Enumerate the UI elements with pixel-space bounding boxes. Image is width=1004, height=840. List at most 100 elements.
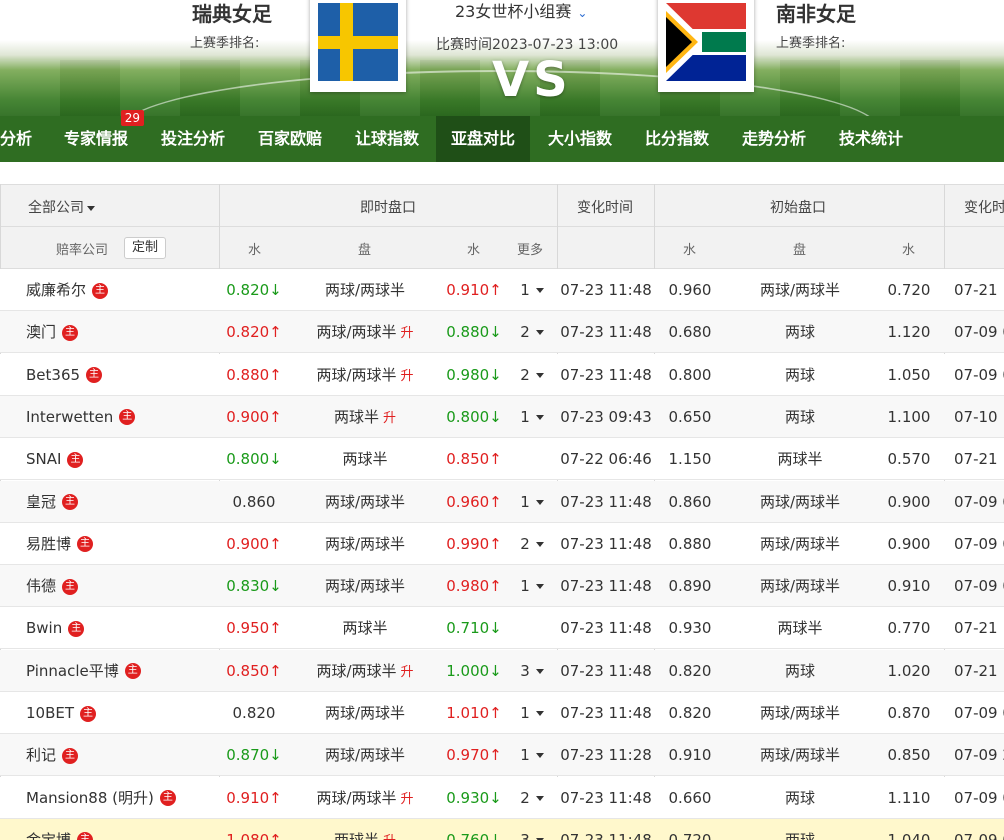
more-dropdown[interactable] — [512, 438, 552, 480]
init-water-away: 1.120 — [887, 323, 931, 342]
more-dropdown[interactable]: 1 — [512, 481, 552, 523]
live-line: 两球半 — [300, 607, 430, 649]
more-dropdown[interactable]: 1 — [512, 269, 552, 311]
table-row[interactable]: 威廉希尔主 0.820↓ 两球/两球半 0.910↑ 1 07-23 11:48 0.960… — [0, 269, 1004, 311]
table-row[interactable]: 10BET 主 0.820 两球/两球半 1.010↑ 1 07-23 11:48 0.820… — [0, 692, 1004, 734]
more-dropdown[interactable] — [512, 607, 552, 649]
table-row[interactable]: 皇冠主 0.860 两球/两球半 0.960↑ 1 07-23 11:48 0.860 两球/… — [0, 480, 1004, 523]
more-count: 1 — [520, 281, 530, 299]
init-change-time: 07-09 0 — [954, 788, 1004, 807]
company-name[interactable]: Interwetten — [26, 408, 113, 426]
more-dropdown[interactable]: 1 — [512, 692, 552, 734]
company-name[interactable]: Pinnacle平博 — [26, 662, 119, 680]
company-name[interactable]: 皇冠 — [26, 493, 56, 511]
more-count: 2 — [520, 323, 530, 342]
more-dropdown[interactable]: 2 — [512, 523, 552, 565]
table-row[interactable]: 利记主 0.870↓ 两球/两球半 0.970↑ 1 07-23 11:28 0.910 两球… — [0, 734, 1004, 777]
table-row[interactable]: 伟德主 0.830↓ 两球/两球半 0.980↑ 1 07-23 11:48 0.890 两球… — [0, 565, 1004, 608]
company-cell[interactable]: Bet365 主 — [26, 354, 216, 396]
company-cell[interactable]: 易胜博主 — [26, 523, 216, 565]
league-selector[interactable]: 23女世杯小组赛 ⌄ — [455, 0, 587, 22]
company-cell[interactable]: 利记主 — [26, 734, 216, 776]
company-name[interactable]: Bwin — [26, 619, 62, 637]
caret-down-icon — [535, 753, 544, 759]
tab-expert[interactable]: 专家情报 29 — [50, 110, 144, 162]
more-count: 1 — [520, 577, 530, 596]
init-change-time: 07-21 1 — [954, 281, 1004, 299]
more-dropdown[interactable]: 2 — [512, 354, 552, 396]
company-name[interactable]: 澳门 — [26, 323, 56, 341]
live-water-home: 0.880↑ — [226, 365, 282, 384]
company-name[interactable]: Mansion88 (明升) — [26, 789, 154, 807]
table-row[interactable]: Mansion88 (明升) 主 0.910↑ 两球/两球半升 0.930↓ 2 07-23… — [0, 776, 1004, 819]
table-row[interactable]: Bwin 主 0.950↑ 两球半 0.710↓ 07-23 11:48 0.930 两球半 0… — [0, 607, 1004, 650]
company-cell[interactable]: 10BET 主 — [26, 692, 216, 734]
more-dropdown[interactable]: 3 — [512, 650, 552, 692]
live-line: 两球半 — [300, 438, 430, 480]
away-team-flag[interactable] — [658, 0, 754, 92]
more-dropdown[interactable]: 3 — [512, 819, 552, 840]
company-filter-dropdown[interactable]: 全部公司 — [28, 197, 95, 217]
company-cell[interactable]: Bwin 主 — [26, 607, 216, 649]
company-cell[interactable]: Pinnacle平博主 — [26, 650, 216, 692]
live-water-away: 0.960↑ — [446, 492, 502, 511]
table-row[interactable]: 金宝博主 1.080↑ 两球半升 0.760↓ 3 07-23 11:48 0.720 两球 1… — [0, 818, 1004, 840]
init-water-away: 0.850 — [887, 746, 931, 765]
company-name[interactable]: 威廉希尔 — [26, 281, 86, 299]
more-dropdown[interactable]: 1 — [512, 396, 552, 438]
tab-analysis[interactable]: 分析 — [0, 116, 36, 162]
company-name[interactable]: SNAI — [26, 450, 61, 468]
company-name[interactable]: 利记 — [26, 746, 56, 764]
company-cell[interactable]: 威廉希尔主 — [26, 269, 216, 311]
tab-trend[interactable]: 走势分析 — [731, 116, 817, 162]
table-row[interactable]: Bet365 主 0.880↑ 两球/两球半升 0.980↓ 2 07-23 11:48 0.… — [0, 353, 1004, 396]
more-dropdown[interactable]: 2 — [512, 311, 552, 353]
live-line-text: 两球/两球半 — [324, 746, 406, 765]
home-team-flag[interactable] — [310, 0, 406, 92]
table-row[interactable]: Interwetten 主 0.900↑ 两球半升 0.800↓ 1 07-23 09:43… — [0, 395, 1004, 438]
company-name[interactable]: 伟德 — [26, 577, 56, 595]
company-cell[interactable]: 皇冠主 — [26, 481, 216, 523]
customize-button[interactable]: 定制 — [124, 237, 167, 259]
company-name[interactable]: 易胜博 — [26, 535, 71, 553]
company-cell[interactable]: SNAI 主 — [26, 438, 216, 480]
tab-asian-handicap[interactable]: 亚盘对比 — [436, 116, 530, 162]
header-company: 赔率公司 — [56, 243, 109, 258]
company-cell[interactable]: 金宝博主 — [26, 819, 216, 840]
init-line: 两球半 — [777, 619, 823, 638]
init-line: 两球/两球半 — [759, 746, 841, 765]
company-cell[interactable]: 伟德主 — [26, 565, 216, 607]
company-name[interactable]: Bet365 — [26, 366, 80, 384]
tab-handicap-index[interactable]: 让球指数 — [344, 116, 430, 162]
company-cell[interactable]: Mansion88 (明升) 主 — [26, 777, 216, 819]
more-dropdown[interactable]: 1 — [512, 565, 552, 607]
live-water-home: 0.830↓ — [226, 577, 282, 596]
tab-betting-analysis[interactable]: 投注分析 — [150, 116, 236, 162]
match-header: 瑞典女足 上赛季排名: 23女世杯小组赛 ⌄ 比赛时间2023-07-23 13:… — [0, 0, 1004, 116]
company-cell[interactable]: Interwetten 主 — [26, 396, 216, 438]
table-row[interactable]: Pinnacle平博主 0.850↑ 两球/两球半升 1.000↓ 3 07-23 11:… — [0, 649, 1004, 692]
caret-down-icon — [535, 668, 544, 674]
live-water-away: 1.000↓ — [446, 661, 502, 680]
more-count: 1 — [520, 492, 530, 511]
live-line-text: 两球/两球半 — [324, 577, 406, 596]
more-dropdown[interactable]: 2 — [512, 777, 552, 819]
tab-over-under[interactable]: 大小指数 — [537, 116, 623, 162]
notification-badge: 29 — [120, 110, 144, 126]
tab-tech-stats[interactable]: 技术统计 — [828, 116, 914, 162]
away-team-name[interactable]: 南非女足 — [776, 0, 856, 27]
header-change-time-2: 变化时 — [964, 200, 1004, 216]
company-cell[interactable]: 澳门主 — [26, 311, 216, 353]
company-name[interactable]: 金宝博 — [26, 831, 71, 840]
more-dropdown[interactable]: 1 — [512, 734, 552, 776]
company-name[interactable]: 10BET — [26, 704, 74, 722]
init-water-home: 0.930 — [668, 619, 712, 638]
init-change-time: 07-09 0 — [954, 492, 1004, 511]
table-row[interactable]: 易胜博主 0.900↑ 两球/两球半 0.990↑ 2 07-23 11:48 0.880 两… — [0, 522, 1004, 565]
init-line: 两球/两球半 — [759, 577, 841, 596]
table-row[interactable]: 澳门主 0.820↑ 两球/两球半升 0.880↓ 2 07-23 11:48 0.680 两… — [0, 311, 1004, 354]
tab-european-odds[interactable]: 百家欧赔 — [247, 116, 333, 162]
tab-score-index[interactable]: 比分指数 — [634, 116, 720, 162]
table-row[interactable]: SNAI 主 0.800↓ 两球半 0.850↑ 07-22 06:46 1.150 两球半 0… — [0, 438, 1004, 481]
home-team-name[interactable]: 瑞典女足 — [192, 0, 272, 27]
